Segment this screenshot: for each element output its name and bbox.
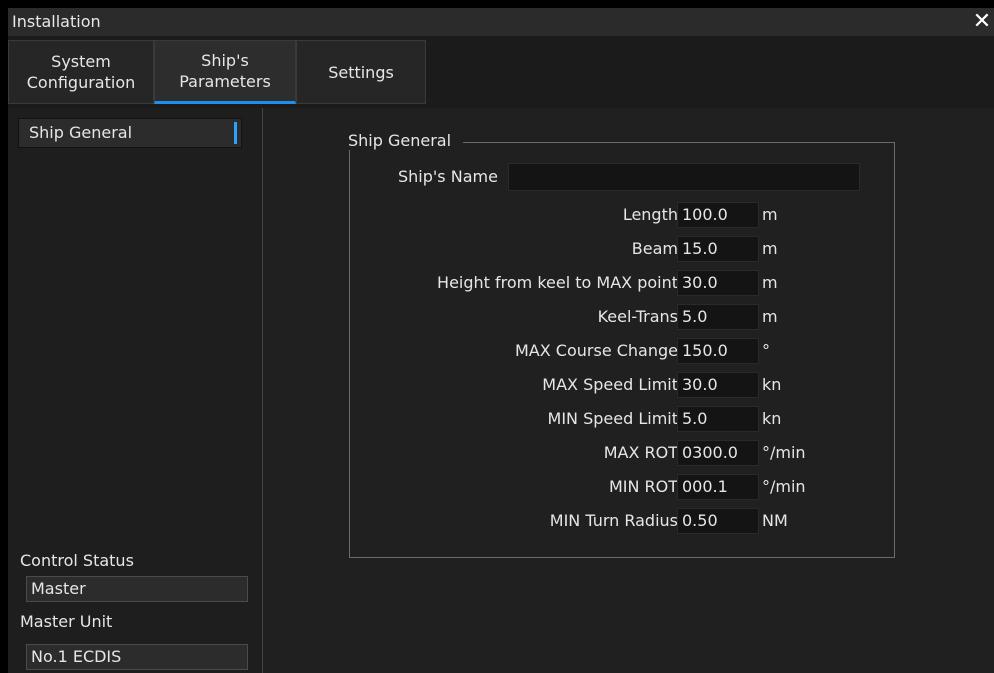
field-row-min-speed-limit: MIN Speed Limit 5.0 kn <box>350 405 894 433</box>
field-unit: °/min <box>762 477 806 496</box>
tab-label-line1: Ship's <box>201 51 249 70</box>
tab-settings[interactable]: Settings <box>296 40 426 104</box>
field-label: Length <box>622 205 678 224</box>
field-label: MAX ROT <box>603 443 678 462</box>
tab-ships-parameters[interactable]: Ship's Parameters <box>154 40 296 104</box>
field-row-length: Length 100.0 m <box>350 201 894 229</box>
ship-name-label: Ship's Name <box>398 167 498 186</box>
field-label: Keel-Trans <box>597 307 678 326</box>
beam-input[interactable]: 15.0 <box>677 236 759 262</box>
ship-name-row: Ship's Name <box>350 163 894 191</box>
tab-label-line1: System <box>51 52 111 71</box>
window-title: Installation <box>12 12 101 31</box>
field-unit: kn <box>762 375 782 394</box>
field-unit: m <box>762 307 778 326</box>
field-row-max-speed-limit: MAX Speed Limit 30.0 kn <box>350 371 894 399</box>
field-label: Height from keel to MAX point <box>437 273 678 292</box>
sidebar: Ship General Control Status Master Maste… <box>8 108 263 673</box>
field-label: MIN ROT <box>608 477 678 496</box>
field-label: MIN Speed Limit <box>547 409 678 428</box>
sidebar-item-label: Ship General <box>29 123 133 142</box>
group-title: Ship General <box>348 131 464 150</box>
title-bar: Installation ✕ <box>8 8 994 36</box>
tab-label: Settings <box>328 62 394 82</box>
min-rot-input[interactable]: 000.1 <box>677 474 759 500</box>
min-speed-limit-input[interactable]: 5.0 <box>677 406 759 432</box>
selection-marker <box>234 122 237 144</box>
field-unit: °/min <box>762 443 806 462</box>
master-unit-label: Master Unit <box>20 612 113 631</box>
field-label: MIN Turn Radius <box>549 511 678 530</box>
field-unit: kn <box>762 409 782 428</box>
main-panel: Ship General Ship's Name Length 100.0 m … <box>263 108 994 673</box>
field-label: Beam <box>631 239 678 258</box>
field-unit: m <box>762 205 778 224</box>
length-input[interactable]: 100.0 <box>677 202 759 228</box>
tab-bar: System Configuration Ship's Parameters S… <box>8 36 994 109</box>
tab-system-configuration[interactable]: System Configuration <box>8 40 154 104</box>
keel-trans-input[interactable]: 5.0 <box>677 304 759 330</box>
field-unit: m <box>762 273 778 292</box>
close-icon[interactable]: ✕ <box>970 10 994 34</box>
field-label: MAX Speed Limit <box>542 375 678 394</box>
field-row-max-course-change: MAX Course Change 150.0 ° <box>350 337 894 365</box>
field-row-keel-trans: Keel-Trans 5.0 m <box>350 303 894 331</box>
max-rot-input[interactable]: 0300.0 <box>677 440 759 466</box>
tab-label-line2: Parameters <box>179 72 271 91</box>
max-course-change-input[interactable]: 150.0 <box>677 338 759 364</box>
height-input[interactable]: 30.0 <box>677 270 759 296</box>
max-speed-limit-input[interactable]: 30.0 <box>677 372 759 398</box>
field-row-min-rot: MIN ROT 000.1 °/min <box>350 473 894 501</box>
ship-name-input[interactable] <box>508 163 860 191</box>
field-unit: m <box>762 239 778 258</box>
min-turn-radius-input[interactable]: 0.50 <box>677 508 759 534</box>
field-unit: ° <box>762 341 770 360</box>
field-row-max-rot: MAX ROT 0300.0 °/min <box>350 439 894 467</box>
field-row-height: Height from keel to MAX point 30.0 m <box>350 269 894 297</box>
installation-window: Installation ✕ System Configuration Ship… <box>8 8 994 673</box>
field-unit: NM <box>762 511 788 530</box>
master-unit-value: No.1 ECDIS <box>26 644 248 670</box>
control-status-value: Master <box>26 576 248 602</box>
field-row-beam: Beam 15.0 m <box>350 235 894 263</box>
sidebar-item-ship-general[interactable]: Ship General <box>18 118 242 148</box>
tab-label-line2: Configuration <box>26 73 136 92</box>
ship-general-group: Ship General Ship's Name Length 100.0 m … <box>348 131 895 558</box>
field-label: MAX Course Change <box>515 341 678 360</box>
control-status-label: Control Status <box>20 551 134 570</box>
field-row-min-turn-radius: MIN Turn Radius 0.50 NM <box>350 507 894 535</box>
